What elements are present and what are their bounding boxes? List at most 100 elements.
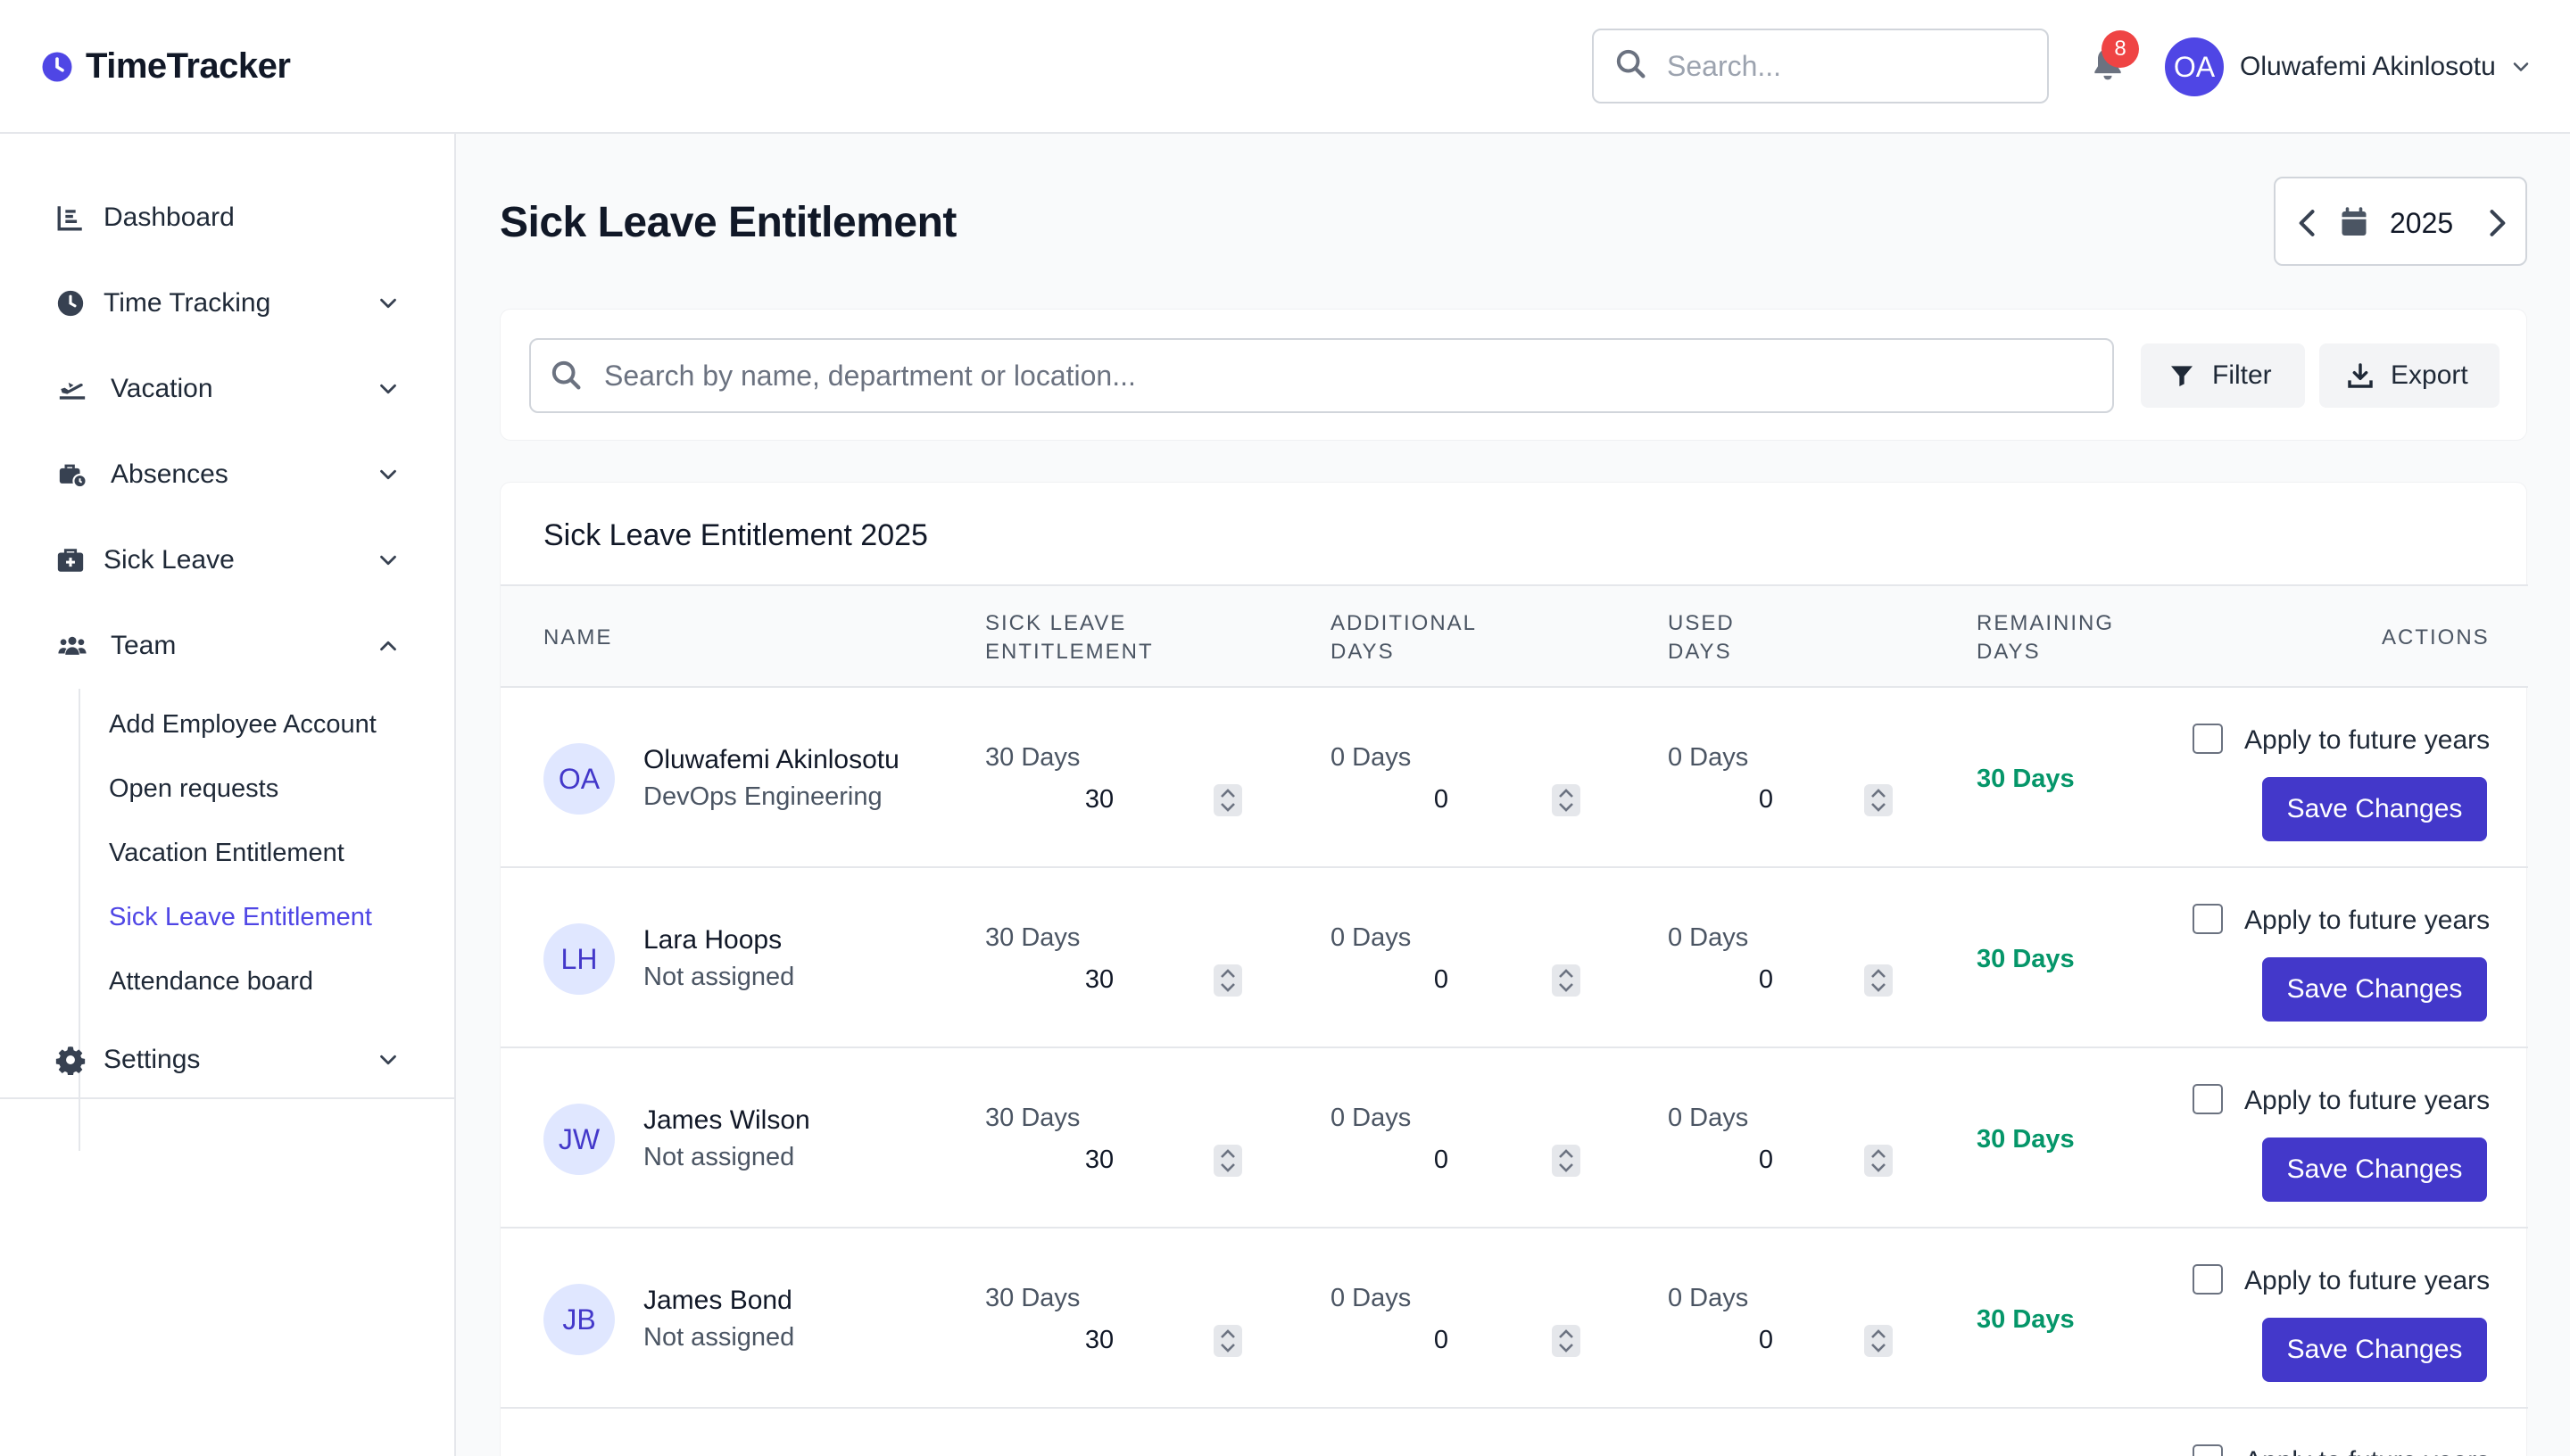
entitlement-input[interactable] bbox=[985, 781, 1246, 818]
save-changes-button[interactable]: Save Changes bbox=[2262, 957, 2487, 1022]
stepper-icon[interactable] bbox=[1214, 784, 1242, 816]
stepper-icon[interactable] bbox=[1552, 1325, 1580, 1357]
chevron-down-icon bbox=[2513, 62, 2529, 71]
table-card-title: Sick Leave Entitlement 2025 bbox=[543, 518, 928, 552]
stepper-icon[interactable] bbox=[1864, 1145, 1893, 1177]
stepper-icon[interactable] bbox=[1214, 964, 1242, 997]
sidebar-item-settings[interactable]: Settings bbox=[0, 1024, 454, 1096]
sidebar-subitem-vacation-entitlement[interactable]: Vacation Entitlement bbox=[109, 839, 344, 868]
sidebar-subitem-sick-leave-entitlement[interactable]: Sick Leave Entitlement bbox=[109, 903, 372, 932]
apply-future-checkbox[interactable] bbox=[2193, 724, 2223, 754]
stepper-icon[interactable] bbox=[1552, 964, 1580, 997]
up-down-arrows-icon bbox=[1221, 789, 1235, 812]
chevron-down-icon bbox=[380, 469, 396, 480]
sidebar-divider bbox=[0, 1097, 454, 1099]
sidebar-item-sick-leave[interactable]: Sick Leave bbox=[0, 525, 454, 596]
user-menu[interactable]: OA Oluwafemi Akinlosotu bbox=[2165, 37, 2533, 96]
sidebar-item-label: Sick Leave bbox=[104, 545, 235, 575]
export-label: Export bbox=[2391, 360, 2468, 390]
year-value: 2025 bbox=[2390, 207, 2454, 239]
sidebar-item-time-tracking[interactable]: Time Tracking bbox=[0, 268, 454, 339]
additional-days-input[interactable] bbox=[1331, 961, 1584, 998]
apply-future-checkbox[interactable] bbox=[2193, 904, 2223, 934]
sidebar-subitem-open-requests[interactable]: Open requests bbox=[109, 774, 278, 804]
additional-days-input[interactable] bbox=[1331, 1141, 1584, 1179]
employee-name: Oluwafemi Akinlosotu bbox=[643, 745, 900, 774]
global-search-input[interactable] bbox=[1667, 30, 2033, 102]
up-down-arrows-icon bbox=[1221, 1329, 1235, 1353]
sidebar-item-absences[interactable]: Absences bbox=[0, 439, 454, 510]
chevron-up-icon bbox=[380, 641, 396, 651]
user-avatar: OA bbox=[2165, 37, 2224, 96]
filter-button[interactable]: Filter bbox=[2141, 343, 2305, 408]
apply-future-checkbox[interactable] bbox=[2193, 1084, 2223, 1114]
stepper-icon[interactable] bbox=[1552, 784, 1580, 816]
used-days-input-field[interactable] bbox=[1668, 961, 1864, 998]
app-logo[interactable]: TimeTracker bbox=[41, 46, 291, 87]
calendar-icon bbox=[2342, 207, 2367, 236]
stepper-icon[interactable] bbox=[1214, 1325, 1242, 1357]
additional-days-input-field[interactable] bbox=[1331, 1321, 1552, 1359]
entitlement-input[interactable] bbox=[985, 1141, 1246, 1179]
additional-days-input-field[interactable] bbox=[1331, 1141, 1552, 1179]
column-header-used: USED DAYS bbox=[1668, 609, 1735, 666]
additional-days-input-field[interactable] bbox=[1331, 961, 1552, 998]
column-header-line: SICK LEAVE bbox=[985, 611, 1127, 635]
entitlement-input-field[interactable] bbox=[985, 781, 1214, 818]
apply-future-label[interactable]: Apply to future years bbox=[2244, 1086, 2490, 1116]
global-search[interactable] bbox=[1592, 29, 2049, 103]
additional-days-label: 0 Days bbox=[1331, 923, 1412, 952]
apply-future-checkbox[interactable] bbox=[2193, 1264, 2223, 1295]
stepper-icon[interactable] bbox=[1552, 1145, 1580, 1177]
stepper-icon[interactable] bbox=[1864, 784, 1893, 816]
sidebar-item-team[interactable]: Team bbox=[0, 610, 454, 682]
column-header-entitlement: SICK LEAVE ENTITLEMENT bbox=[985, 609, 1154, 666]
additional-days-label: 0 Days bbox=[1331, 1104, 1412, 1132]
sidebar-item-dashboard[interactable]: Dashboard bbox=[0, 182, 454, 253]
used-days-input-field[interactable] bbox=[1668, 1321, 1864, 1359]
sidebar-item-vacation[interactable]: Vacation bbox=[0, 353, 454, 425]
used-days-input[interactable] bbox=[1668, 1141, 1896, 1179]
used-days-input[interactable] bbox=[1668, 781, 1896, 818]
entitlement-input-field[interactable] bbox=[985, 961, 1214, 998]
employee-search-input[interactable] bbox=[604, 340, 2094, 411]
chevron-left-icon[interactable] bbox=[2288, 203, 2327, 243]
entitlement-label: 30 Days bbox=[985, 1104, 1081, 1132]
sidebar-subitem-add-employee[interactable]: Add Employee Account bbox=[109, 710, 377, 740]
entitlement-input-field[interactable] bbox=[985, 1321, 1214, 1359]
export-button[interactable]: Export bbox=[2319, 343, 2500, 408]
used-days-input[interactable] bbox=[1668, 961, 1896, 998]
save-changes-button[interactable]: Save Changes bbox=[2262, 1138, 2487, 1202]
apply-future-label[interactable]: Apply to future years bbox=[2244, 725, 2490, 756]
chevron-right-icon[interactable] bbox=[2477, 203, 2516, 243]
apply-future-label[interactable]: Apply to future years bbox=[2244, 1266, 2490, 1296]
entitlement-input[interactable] bbox=[985, 961, 1246, 998]
entitlement-input-field[interactable] bbox=[985, 1141, 1214, 1179]
apply-future-label[interactable]: Apply to future years bbox=[2244, 906, 2490, 936]
used-days-input-field[interactable] bbox=[1668, 1141, 1864, 1179]
additional-days-input[interactable] bbox=[1331, 1321, 1584, 1359]
apply-future-checkbox[interactable] bbox=[2193, 1444, 2223, 1456]
apply-future-label[interactable]: Apply to future years bbox=[2244, 1446, 2490, 1456]
used-days-input-field[interactable] bbox=[1668, 781, 1864, 818]
stepper-icon[interactable] bbox=[1214, 1145, 1242, 1177]
additional-days-input[interactable] bbox=[1331, 781, 1584, 818]
stepper-icon[interactable] bbox=[1864, 964, 1893, 997]
app-name: TimeTracker bbox=[86, 46, 291, 86]
column-header-line: ENTITLEMENT bbox=[985, 640, 1154, 664]
stepper-icon[interactable] bbox=[1864, 1325, 1893, 1357]
employee-department: Not assigned bbox=[643, 1323, 795, 1352]
entitlement-input[interactable] bbox=[985, 1321, 1246, 1359]
save-changes-button[interactable]: Save Changes bbox=[2262, 777, 2487, 841]
up-down-arrows-icon bbox=[1221, 1149, 1235, 1172]
sidebar: Dashboard Time Tracking Vacation Absence… bbox=[0, 134, 456, 1456]
employee-name: James Bond bbox=[643, 1286, 792, 1315]
filter-label: Filter bbox=[2212, 360, 2272, 390]
employee-avatar: JW bbox=[543, 1104, 615, 1175]
additional-days-input-field[interactable] bbox=[1331, 781, 1552, 818]
employee-search[interactable] bbox=[529, 338, 2114, 413]
employee-avatar: JB bbox=[543, 1284, 615, 1355]
save-changes-button[interactable]: Save Changes bbox=[2262, 1318, 2487, 1382]
sidebar-subitem-attendance-board[interactable]: Attendance board bbox=[109, 967, 313, 997]
used-days-input[interactable] bbox=[1668, 1321, 1896, 1359]
